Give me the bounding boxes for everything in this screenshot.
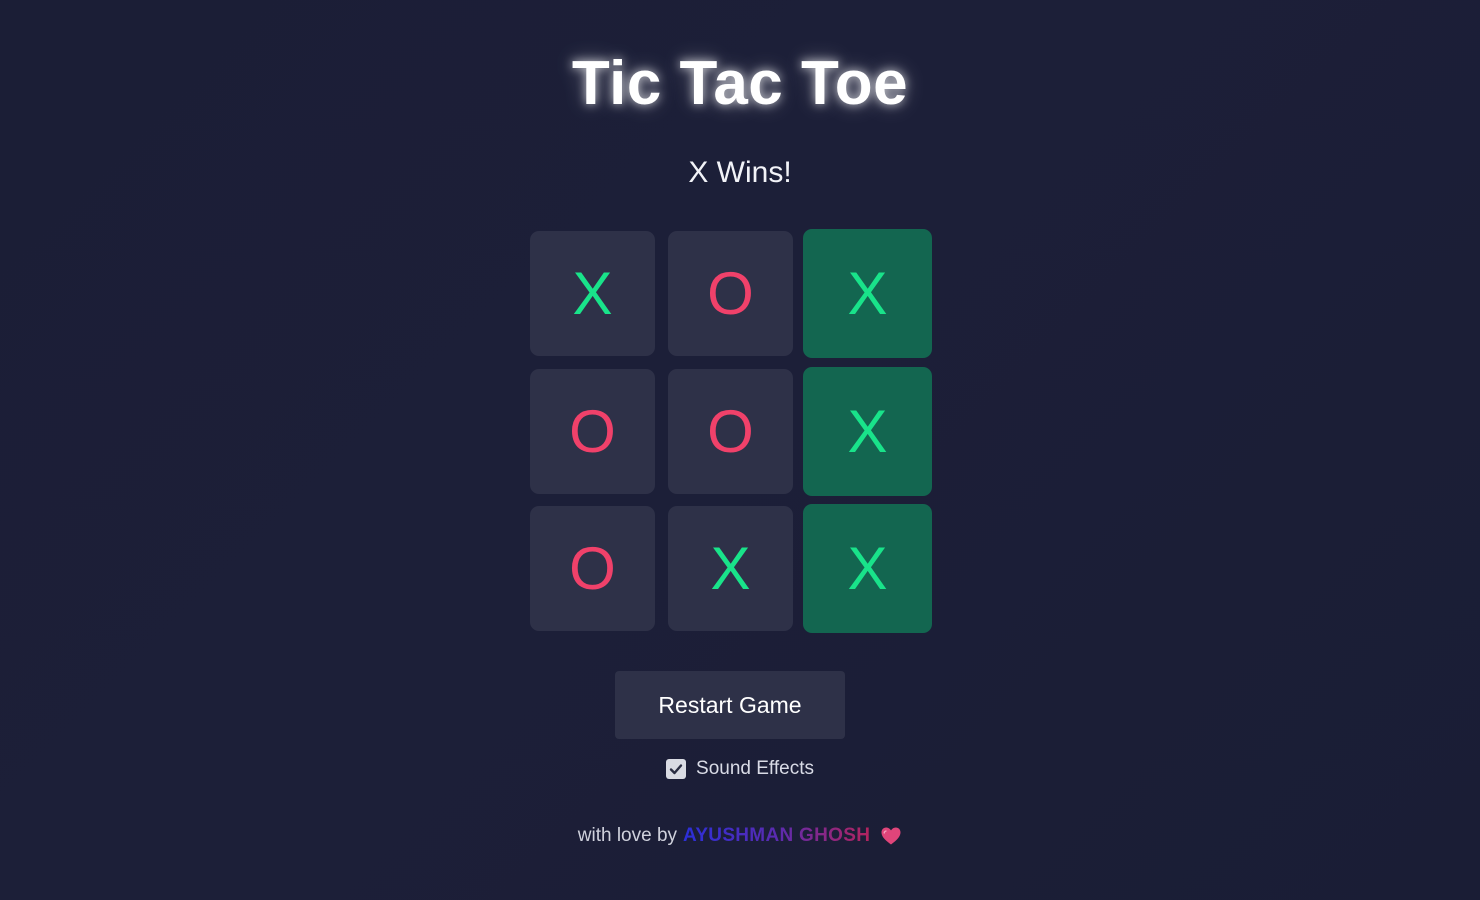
board-cell-8[interactable]: X	[668, 506, 793, 631]
cell-mark: O	[707, 397, 754, 465]
restart-button[interactable]: Restart Game	[615, 671, 845, 739]
board-cell-2[interactable]: O	[668, 231, 793, 356]
cell-mark: X	[572, 259, 613, 327]
cell-mark: O	[569, 397, 616, 465]
board-cell-3[interactable]: X	[803, 229, 932, 358]
game-board: X O X O O X O X X	[530, 229, 932, 633]
footer: with love by AYUSHMAN GHOSH	[0, 825, 1480, 847]
cell-mark: X	[847, 397, 888, 465]
board-cell-4[interactable]: O	[530, 369, 655, 494]
sound-label: Sound Effects	[696, 758, 814, 779]
page-title: Tic Tac Toe	[571, 49, 909, 118]
cell-mark: X	[847, 259, 888, 327]
cell-mark: O	[707, 259, 754, 327]
checkmark-icon	[669, 764, 683, 775]
footer-prefix: with love by	[577, 825, 678, 846]
game-status: X Wins!	[688, 156, 792, 189]
board-cell-7[interactable]: O	[530, 506, 655, 631]
cell-mark: O	[569, 534, 616, 602]
board-cell-5[interactable]: O	[668, 369, 793, 494]
sound-checkbox[interactable]	[666, 759, 687, 779]
author-link[interactable]: AYUSHMAN GHOSH	[683, 825, 870, 847]
cell-mark: X	[847, 534, 888, 602]
board-cell-6[interactable]: X	[803, 367, 932, 496]
board-cell-1[interactable]: X	[530, 231, 655, 356]
heart-icon	[880, 826, 902, 846]
cell-mark: X	[710, 534, 751, 602]
board-cell-9[interactable]: X	[803, 504, 932, 633]
sound-toggle: Sound Effects	[0, 758, 1480, 780]
